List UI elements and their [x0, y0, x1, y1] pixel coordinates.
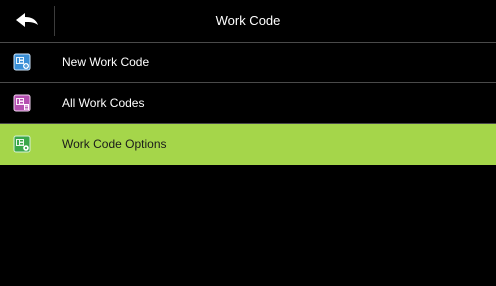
- menu-item-work-code-options[interactable]: Work Code Options: [0, 124, 496, 165]
- all-work-codes-icon: [13, 94, 31, 112]
- menu-item-all-work-codes[interactable]: All Work Codes: [0, 83, 496, 124]
- menu-item-label: New Work Code: [62, 55, 150, 69]
- menu-list: New Work Code All Work Codes Work Code O…: [0, 42, 496, 165]
- menu-item-new-work-code[interactable]: New Work Code: [0, 42, 496, 83]
- menu-item-label: Work Code Options: [62, 137, 167, 151]
- menu-item-label: All Work Codes: [62, 96, 145, 110]
- work-code-screen: Work Code New Work Code All Work Codes W…: [0, 0, 496, 286]
- new-work-code-icon: [13, 53, 31, 71]
- page-title: Work Code: [215, 13, 281, 28]
- title-bar: Work Code: [0, 0, 496, 43]
- work-code-options-icon: [13, 135, 31, 153]
